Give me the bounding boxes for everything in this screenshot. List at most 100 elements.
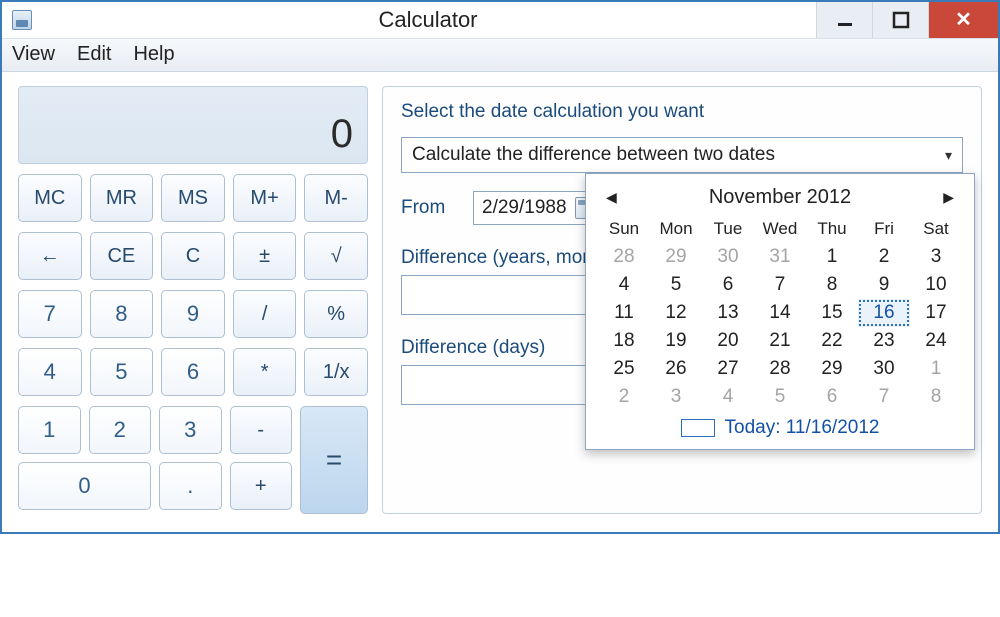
calendar-day[interactable]: 5 (754, 383, 806, 411)
calendar-day[interactable]: 19 (650, 327, 702, 355)
digit-2-button[interactable]: 2 (89, 406, 152, 454)
calendar-day[interactable]: 26 (650, 355, 702, 383)
calendar-dow: Mon (650, 217, 702, 243)
c-button[interactable]: C (161, 232, 225, 280)
calendar-today-link[interactable]: Today: 11/16/2012 (598, 411, 962, 439)
mc-button[interactable]: MC (18, 174, 82, 222)
date-calc-heading: Select the date calculation you want (401, 101, 963, 123)
calendar-day[interactable]: 24 (910, 327, 962, 355)
num-row-1: 7 8 9 / % (18, 290, 368, 338)
decimal-button[interactable]: . (159, 462, 222, 510)
plusminus-button[interactable]: ± (233, 232, 297, 280)
backspace-button[interactable]: ← (18, 232, 82, 280)
multiply-button[interactable]: * (233, 348, 297, 396)
digit-4-button[interactable]: 4 (18, 348, 82, 396)
calendar-day[interactable]: 9 (858, 271, 910, 299)
calendar-day[interactable]: 16 (858, 299, 910, 327)
calendar-day[interactable]: 3 (910, 243, 962, 271)
calendar-day[interactable]: 11 (598, 299, 650, 327)
digit-0-button[interactable]: 0 (18, 462, 151, 510)
menubar: View Edit Help (2, 39, 998, 72)
minimize-button[interactable] (816, 2, 872, 38)
calendar-day[interactable]: 8 (806, 271, 858, 299)
calendar-day[interactable]: 4 (598, 271, 650, 299)
num-row-4: 0 . + (18, 462, 292, 510)
calendar-day[interactable]: 31 (754, 243, 806, 271)
minimize-icon (836, 11, 854, 29)
calendar-day[interactable]: 1 (910, 355, 962, 383)
mr-button[interactable]: MR (90, 174, 154, 222)
date-calc-panel: Select the date calculation you want Cal… (382, 86, 982, 514)
calendar-day[interactable]: 8 (910, 383, 962, 411)
calendar-day[interactable]: 3 (650, 383, 702, 411)
calendar-day[interactable]: 14 (754, 299, 806, 327)
calendar-day[interactable]: 25 (598, 355, 650, 383)
calendar-day[interactable]: 12 (650, 299, 702, 327)
calendar-day[interactable]: 30 (702, 243, 754, 271)
close-button[interactable]: ✕ (928, 2, 998, 38)
from-label: From (401, 197, 457, 219)
calendar-day[interactable]: 13 (702, 299, 754, 327)
calendar-day[interactable]: 21 (754, 327, 806, 355)
calc-mode-select[interactable]: Calculate the difference between two dat… (401, 137, 963, 173)
calendar-day[interactable]: 4 (702, 383, 754, 411)
calendar-day[interactable]: 2 (598, 383, 650, 411)
percent-button[interactable]: % (304, 290, 368, 338)
calendar-dow: Sun (598, 217, 650, 243)
today-indicator-icon (681, 419, 715, 437)
calendar-day[interactable]: 22 (806, 327, 858, 355)
calendar-day[interactable]: 29 (650, 243, 702, 271)
calendar-day[interactable]: 17 (910, 299, 962, 327)
calc-display: 0 (18, 86, 368, 164)
from-date-value: 2/29/1988 (482, 197, 567, 219)
divide-button[interactable]: / (233, 290, 297, 338)
calendar-day[interactable]: 28 (754, 355, 806, 383)
calendar-dow: Wed (754, 217, 806, 243)
num-row-3: 1 2 3 - (18, 406, 292, 454)
mplus-button[interactable]: M+ (233, 174, 297, 222)
bottom-rows: 1 2 3 - 0 . + = (18, 406, 368, 514)
calendar-day[interactable]: 10 (910, 271, 962, 299)
mminus-button[interactable]: M- (304, 174, 368, 222)
calendar-popup: ◀ November 2012 ▶ SunMonTueWedThuFriSat2… (585, 173, 975, 450)
sqrt-button[interactable]: √ (304, 232, 368, 280)
calendar-day[interactable]: 30 (858, 355, 910, 383)
calendar-day[interactable]: 2 (858, 243, 910, 271)
menu-edit[interactable]: Edit (77, 43, 111, 66)
calendar-day[interactable]: 29 (806, 355, 858, 383)
equals-button[interactable]: = (300, 406, 368, 514)
digit-6-button[interactable]: 6 (161, 348, 225, 396)
calendar-day[interactable]: 27 (702, 355, 754, 383)
calendar-title[interactable]: November 2012 (709, 186, 851, 209)
ce-button[interactable]: CE (90, 232, 154, 280)
calendar-dow: Thu (806, 217, 858, 243)
calendar-day[interactable]: 18 (598, 327, 650, 355)
calendar-day[interactable]: 5 (650, 271, 702, 299)
calendar-next-button[interactable]: ▶ (937, 187, 960, 208)
calendar-day[interactable]: 6 (702, 271, 754, 299)
digit-3-button[interactable]: 3 (159, 406, 222, 454)
digit-1-button[interactable]: 1 (18, 406, 81, 454)
digit-7-button[interactable]: 7 (18, 290, 82, 338)
digit-5-button[interactable]: 5 (90, 348, 154, 396)
calendar-day[interactable]: 28 (598, 243, 650, 271)
calendar-dow: Sat (910, 217, 962, 243)
calendar-day[interactable]: 15 (806, 299, 858, 327)
reciprocal-button[interactable]: 1/x (304, 348, 368, 396)
calendar-day[interactable]: 20 (702, 327, 754, 355)
calendar-day[interactable]: 7 (858, 383, 910, 411)
ms-button[interactable]: MS (161, 174, 225, 222)
calendar-day[interactable]: 6 (806, 383, 858, 411)
calendar-day[interactable]: 23 (858, 327, 910, 355)
digit-9-button[interactable]: 9 (161, 290, 225, 338)
maximize-button[interactable] (872, 2, 928, 38)
menu-help[interactable]: Help (133, 43, 174, 66)
menu-view[interactable]: View (12, 43, 55, 66)
add-button[interactable]: + (230, 462, 293, 510)
subtract-button[interactable]: - (230, 406, 293, 454)
calculator-window: Calculator ✕ View Edit Help 0 MC MR MS (0, 0, 1000, 534)
digit-8-button[interactable]: 8 (90, 290, 154, 338)
calendar-day[interactable]: 7 (754, 271, 806, 299)
calendar-day[interactable]: 1 (806, 243, 858, 271)
calendar-prev-button[interactable]: ◀ (600, 187, 623, 208)
